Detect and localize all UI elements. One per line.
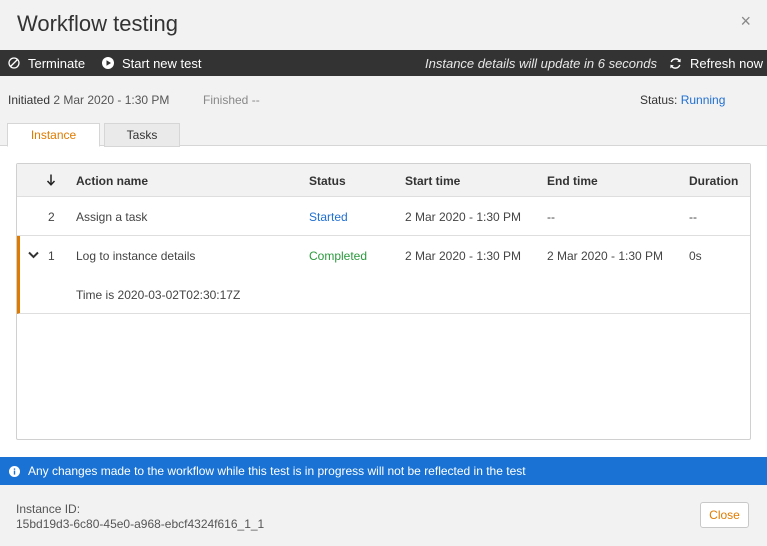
refresh-icon bbox=[670, 57, 681, 69]
column-duration[interactable]: Duration bbox=[689, 174, 738, 188]
initiated-label: Initiated bbox=[8, 93, 51, 107]
column-start-time[interactable]: Start time bbox=[405, 174, 460, 188]
close-button[interactable]: Close bbox=[700, 502, 749, 528]
table-header: Action name Status Start time End time D… bbox=[17, 164, 750, 197]
finished-info: Finished -- bbox=[203, 93, 260, 107]
info-banner: Any changes made to the workflow while t… bbox=[0, 457, 767, 485]
row-index: 2 bbox=[48, 210, 55, 224]
instance-id-label: Instance ID: bbox=[16, 502, 81, 516]
finished-label: Finished bbox=[203, 93, 249, 107]
arrow-down-icon[interactable] bbox=[46, 174, 56, 186]
status-label: Status: bbox=[640, 93, 678, 107]
terminate-icon bbox=[8, 57, 20, 69]
initiated-value: 2 Mar 2020 - 1:30 PM bbox=[53, 93, 170, 107]
close-icon[interactable]: × bbox=[740, 12, 751, 30]
start-time: 2 Mar 2020 - 1:30 PM bbox=[405, 249, 522, 263]
toolbar: Terminate Start new test Instance detail… bbox=[0, 50, 767, 76]
actions-table: Action name Status Start time End time D… bbox=[16, 163, 751, 440]
terminate-button[interactable]: Terminate bbox=[8, 50, 85, 76]
action-name: Log to instance details bbox=[76, 249, 196, 263]
refresh-now-button[interactable]: Refresh now bbox=[669, 50, 763, 76]
tab-instance[interactable]: Instance bbox=[7, 123, 100, 147]
status-badge: Completed bbox=[309, 249, 368, 263]
initiated-info: Initiated 2 Mar 2020 - 1:30 PM bbox=[8, 93, 169, 107]
duration: 0s bbox=[689, 249, 702, 263]
start-time: 2 Mar 2020 - 1:30 PM bbox=[405, 210, 522, 224]
start-new-test-button[interactable]: Start new test bbox=[102, 50, 201, 76]
tab-tasks[interactable]: Tasks bbox=[104, 123, 180, 147]
instance-id-value: 15bd19d3-6c80-45e0-a968-ebcf4324f616_1_1 bbox=[16, 517, 265, 531]
instance-info-bar: Initiated 2 Mar 2020 - 1:30 PM Finished … bbox=[0, 76, 767, 147]
end-time: -- bbox=[547, 210, 555, 224]
column-status[interactable]: Status bbox=[309, 174, 346, 188]
table-row[interactable]: 1 Log to instance details Completed 2 Ma… bbox=[17, 236, 750, 314]
dialog-header: Workflow testing × bbox=[0, 0, 767, 50]
column-end-time[interactable]: End time bbox=[547, 174, 598, 188]
status-value: Running bbox=[680, 93, 726, 107]
action-name: Assign a task bbox=[76, 210, 148, 224]
info-icon bbox=[9, 465, 20, 477]
status-info: Status: Running bbox=[640, 93, 725, 107]
status-badge: Started bbox=[309, 210, 348, 224]
column-action-name[interactable]: Action name bbox=[76, 174, 148, 188]
row-index: 1 bbox=[48, 249, 55, 263]
dialog-title: Workflow testing bbox=[17, 11, 178, 36]
update-note: Instance details will update in 6 second… bbox=[425, 55, 657, 71]
end-time: 2 Mar 2020 - 1:30 PM bbox=[547, 249, 664, 263]
duration: -- bbox=[689, 210, 697, 224]
dialog-footer: Instance ID: 15bd19d3-6c80-45e0-a968-ebc… bbox=[0, 485, 767, 546]
start-new-test-label: Start new test bbox=[122, 55, 202, 71]
finished-value: -- bbox=[251, 93, 260, 107]
banner-message: Any changes made to the workflow while t… bbox=[28, 464, 526, 478]
play-icon bbox=[102, 57, 114, 69]
chevron-down-icon[interactable] bbox=[28, 251, 39, 259]
table-row[interactable]: 2 Assign a task Started 2 Mar 2020 - 1:3… bbox=[17, 197, 750, 236]
terminate-label: Terminate bbox=[28, 55, 86, 71]
row-detail: Time is 2020-03-02T02:30:17Z bbox=[76, 288, 241, 302]
refresh-now-label: Refresh now bbox=[690, 55, 763, 71]
